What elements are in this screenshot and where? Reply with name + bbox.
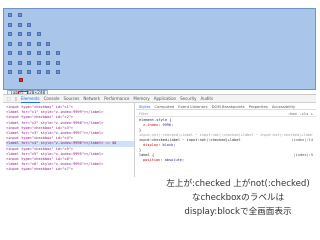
property-value: 9996; bbox=[162, 123, 174, 127]
styles-subtab-computed[interactable]: Computed bbox=[155, 104, 175, 109]
checkbox[interactable] bbox=[8, 70, 12, 74]
pseudo-class-toggles[interactable]: :hov .cls + bbox=[288, 111, 313, 116]
styles-filter-row: Filter :hov .cls + bbox=[136, 110, 316, 117]
rule-checked-sibling: input:not(:checked)+label ~ input:not(:c… bbox=[139, 133, 313, 153]
checkbox[interactable] bbox=[46, 41, 50, 46]
checked-checkbox[interactable] bbox=[18, 77, 23, 82]
styles-subtab-properties[interactable]: Properties bbox=[249, 104, 268, 109]
styles-subtabs: Styles Computed Event Listeners DOM Breakpo… bbox=[136, 103, 316, 110]
devtools-tab-elements[interactable]: Elements bbox=[20, 95, 40, 103]
rule-property[interactable]: position: absolute; bbox=[139, 158, 313, 163]
property-name: position bbox=[143, 158, 161, 162]
checkbox[interactable] bbox=[17, 32, 22, 36]
checkbox[interactable] bbox=[36, 51, 41, 55]
checkbox[interactable] bbox=[36, 70, 41, 74]
checkbox[interactable] bbox=[8, 32, 12, 36]
checkbox[interactable] bbox=[17, 13, 22, 17]
rule-source-link[interactable]: (index):14 bbox=[291, 138, 313, 143]
checkbox[interactable] bbox=[8, 13, 12, 17]
devtools-tab-application[interactable]: Application bbox=[154, 95, 176, 102]
checkbox[interactable] bbox=[46, 51, 50, 55]
selector-text: input:checked+label ~ input:not(:checked… bbox=[139, 138, 241, 142]
checkbox[interactable] bbox=[55, 70, 60, 74]
styles-subtab-event-listeners[interactable]: Event Listeners bbox=[178, 104, 207, 109]
checkbox[interactable] bbox=[55, 60, 60, 65]
styles-pane: Styles Computed Event Listeners DOM Breakpo… bbox=[136, 103, 316, 177]
checkbox[interactable] bbox=[17, 41, 22, 46]
checkbox[interactable] bbox=[27, 22, 31, 27]
dom-node-line[interactable]: <label for="c4" style="z-index:9996"></l… bbox=[6, 141, 134, 147]
checkbox[interactable] bbox=[8, 51, 12, 55]
rule-label: label { (index):5 position: absolute; bbox=[139, 153, 313, 163]
devtools-panel: ⬚ ▯ Elements Console Sources Network Perform… bbox=[3, 94, 316, 177]
checkbox[interactable] bbox=[55, 51, 60, 55]
checkbox[interactable] bbox=[27, 70, 31, 74]
checkbox[interactable] bbox=[27, 51, 31, 55]
dom-node-line[interactable]: <input type="checkbox" id="c7"> bbox=[6, 167, 134, 172]
devtools-tab-audits[interactable]: Audits bbox=[201, 95, 214, 102]
checkbox[interactable] bbox=[17, 22, 22, 27]
checkbox[interactable] bbox=[27, 60, 31, 65]
elements-pane: <input type="checkbox" id="c1"> <label fo… bbox=[3, 103, 135, 177]
styles-subtab-styles[interactable]: Styles bbox=[139, 104, 151, 109]
selector-text: label { bbox=[139, 153, 155, 157]
styles-filter-input[interactable]: Filter bbox=[139, 111, 148, 116]
checkbox[interactable] bbox=[17, 60, 22, 65]
caption-line-2: なcheckboxのラベルは bbox=[191, 193, 285, 203]
caption-line-1: 左上が:checked 上がnot(:checked) bbox=[166, 179, 310, 189]
rule-element-style: element.style { z-index: 9996; } bbox=[139, 118, 313, 133]
checkbox[interactable] bbox=[27, 41, 31, 46]
checkbox[interactable] bbox=[8, 41, 12, 46]
checkbox[interactable] bbox=[46, 70, 50, 74]
checkbox[interactable] bbox=[27, 32, 31, 36]
property-value: block; bbox=[162, 143, 176, 147]
devtools-tab-console[interactable]: Console bbox=[44, 95, 60, 102]
checkbox[interactable] bbox=[46, 60, 50, 65]
devtools-tab-network[interactable]: Network bbox=[83, 95, 100, 102]
checkbox[interactable] bbox=[8, 22, 12, 27]
inspect-icon[interactable]: ⬚ bbox=[7, 96, 11, 101]
style-rules: element.style { z-index: 9996; } input:n… bbox=[136, 117, 316, 164]
devtools-tab-sources[interactable]: Sources bbox=[64, 95, 80, 102]
devtools-tab-security[interactable]: Security bbox=[180, 95, 196, 102]
checkbox[interactable] bbox=[8, 60, 12, 65]
checkbox[interactable] bbox=[36, 32, 41, 36]
styles-subtab-accessibility[interactable]: Accessibility bbox=[272, 104, 295, 109]
slide-caption: 左上が:checked 上がnot(:checked) なcheckboxのラベ… bbox=[158, 177, 318, 219]
property-value: absolute; bbox=[164, 158, 185, 162]
devtools-tab-memory[interactable]: Memory bbox=[133, 95, 149, 102]
page-viewport[interactable] bbox=[3, 8, 316, 90]
checkbox[interactable] bbox=[17, 51, 22, 55]
devtools-tab-bar: ⬚ ▯ Elements Console Sources Network Perform… bbox=[3, 95, 316, 103]
checkbox[interactable] bbox=[36, 41, 41, 46]
property-name: z-index bbox=[143, 123, 159, 127]
property-name: display bbox=[143, 143, 159, 147]
checkbox[interactable] bbox=[36, 60, 41, 65]
device-toggle-icon[interactable]: ▯ bbox=[15, 96, 17, 101]
checkbox[interactable] bbox=[17, 70, 22, 74]
rule-source-link[interactable]: (index):5 bbox=[294, 153, 313, 158]
styles-subtab-dom-breakpoints[interactable]: DOM Breakpoints bbox=[212, 104, 245, 109]
caption-line-3: display:blockで全画面表示 bbox=[184, 207, 292, 217]
devtools-tab-performance[interactable]: Performance bbox=[104, 95, 129, 102]
